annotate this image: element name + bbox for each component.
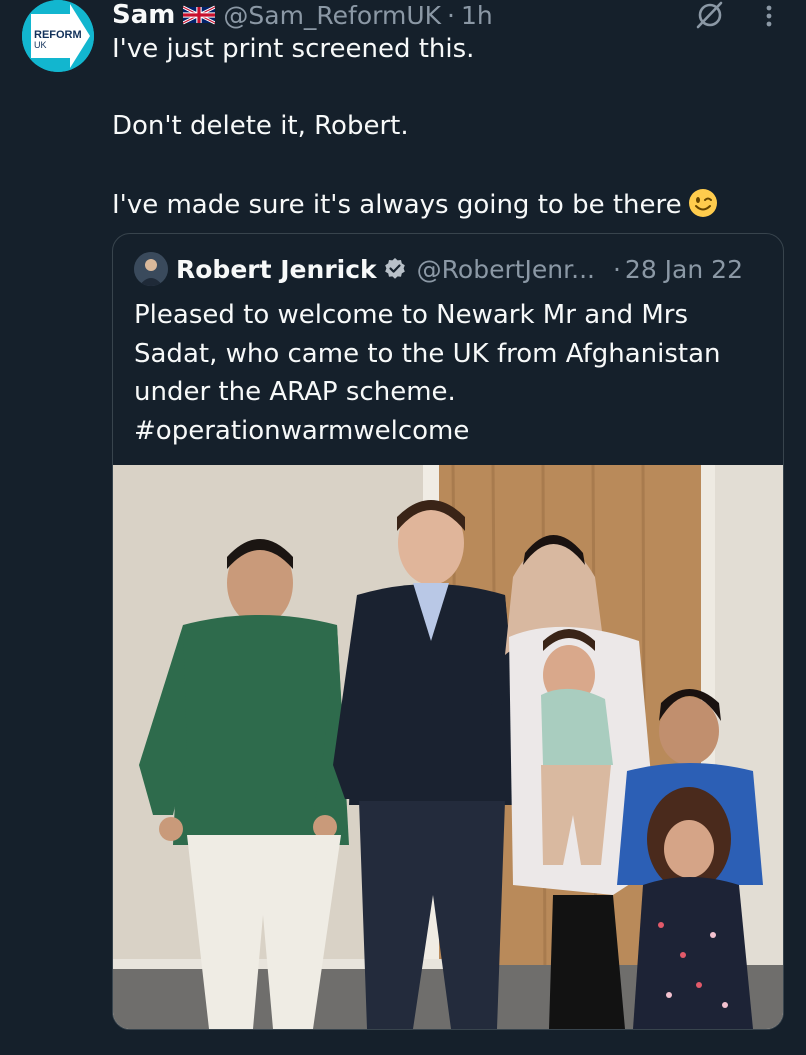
quoted-tweet-text: Pleased to welcome to Newark Mr and Mrs … — [134, 296, 764, 450]
tweet-line: I've made sure it's always going to be t… — [112, 190, 682, 220]
tweet-line-with-emoji: I've made sure it's always going to be t… — [112, 188, 762, 220]
tweet-text: I've just print screened this. Don't del… — [112, 34, 762, 220]
tweet-line: I've just print screened this. — [112, 34, 475, 64]
verified-badge-icon — [383, 257, 407, 281]
author-display-name[interactable]: Sam — [112, 0, 175, 30]
quoted-line: Sadat, who came to the UK from Afghanist… — [134, 338, 721, 369]
author-avatar[interactable]: REFORM UK — [22, 0, 94, 72]
grok-icon[interactable] — [694, 0, 724, 30]
separator-dot: · — [447, 0, 455, 30]
quoted-tweet-header: Robert Jenrick @RobertJenr... · 28 Jan 2… — [134, 252, 743, 286]
svg-text:UK: UK — [34, 40, 47, 50]
quoted-author-name[interactable]: Robert Jenrick — [176, 255, 377, 284]
winking-face-emoji — [688, 188, 718, 218]
separator-dot: · — [612, 254, 621, 284]
quoted-author-handle[interactable]: @RobertJenr... — [417, 255, 595, 284]
quoted-line: Pleased to welcome to Newark Mr and Mrs — [134, 300, 689, 330]
quoted-tweet-date[interactable]: 28 Jan 22 — [625, 255, 743, 284]
tweet-header: Sam @Sam_ReformUK · 1h — [112, 0, 493, 30]
uk-flag-icon — [183, 5, 216, 25]
author-handle[interactable]: @Sam_ReformUK — [223, 1, 441, 30]
quoted-author-avatar[interactable] — [134, 252, 168, 286]
quoted-tweet-photo[interactable] — [113, 465, 783, 1029]
tweet-line: Don't delete it, Robert. — [112, 111, 409, 141]
tweet[interactable]: REFORM UK Sam @Sam_ReformUK · 1h I've ju… — [0, 0, 806, 1055]
quoted-line: under the ARAP scheme. — [134, 377, 456, 407]
quoted-hashtag[interactable]: #operationwarmwelcome — [134, 412, 764, 451]
more-vertical-icon[interactable] — [757, 2, 781, 32]
tweet-timestamp[interactable]: 1h — [461, 1, 493, 30]
quoted-tweet[interactable]: Robert Jenrick @RobertJenr... · 28 Jan 2… — [112, 233, 784, 1030]
